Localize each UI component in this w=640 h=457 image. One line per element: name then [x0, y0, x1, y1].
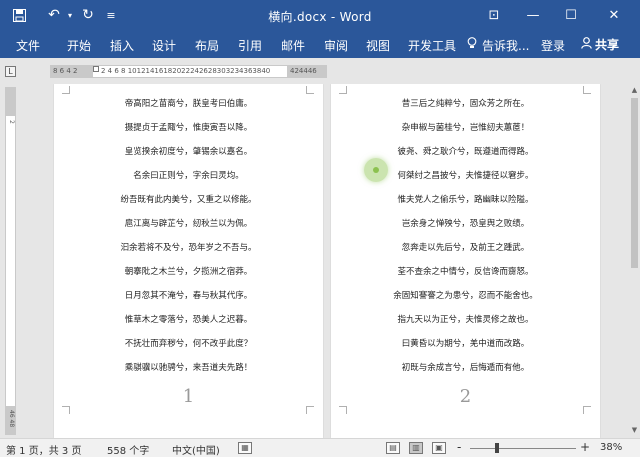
- page-number: 2: [459, 386, 472, 407]
- horizontal-ruler[interactable]: 8 6 4 2 2 4 6 8 101214161820222426283032…: [50, 65, 327, 78]
- tab-references[interactable]: 引用: [238, 37, 262, 54]
- scrollbar-thumb[interactable]: [631, 98, 638, 268]
- text-line[interactable]: 杂申椒与菌桂兮，岂惟纫夫蕙茝！: [331, 121, 600, 133]
- crop-mark: [339, 86, 347, 94]
- page-count-status[interactable]: 第 1 页，共 3 页: [6, 442, 81, 457]
- crop-mark: [62, 406, 70, 414]
- text-line[interactable]: 帝高阳之苗裔兮，朕皇考曰伯庸。: [54, 97, 323, 109]
- print-layout-icon[interactable]: ▥: [409, 442, 423, 454]
- crop-mark: [339, 406, 347, 414]
- page-number: 1: [182, 386, 195, 407]
- text-line[interactable]: 初既与余成言兮，后悔遁而有他。: [331, 361, 600, 373]
- crop-mark: [306, 86, 314, 94]
- document-title: 横向.docx - Word: [268, 10, 372, 24]
- text-line[interactable]: 朝搴阰之木兰兮，夕揽洲之宿莽。: [54, 265, 323, 277]
- tab-design[interactable]: 设计: [152, 37, 176, 54]
- vertical-ruler[interactable]: 2 46 48: [5, 87, 16, 435]
- sign-in-link[interactable]: 登录: [541, 37, 565, 54]
- tab-mailings[interactable]: 邮件: [281, 37, 305, 54]
- tab-review[interactable]: 审阅: [324, 37, 348, 54]
- text-line[interactable]: 不抚壮而弃秽兮，何不改乎此度？: [54, 337, 323, 349]
- share-button[interactable]: 共享: [576, 34, 624, 55]
- text-line[interactable]: 惟草木之零落兮，恐美人之迟暮。: [54, 313, 323, 325]
- ribbon-tab-bar: 文件 开始 插入 设计 布局 引用 邮件 审阅 视图 开发工具 告诉我... 登…: [0, 31, 640, 58]
- ruler-right-numbers: 424446: [290, 67, 317, 75]
- read-mode-icon[interactable]: ▤: [386, 442, 400, 454]
- tab-file[interactable]: 文件: [16, 37, 40, 54]
- text-line[interactable]: 曰黄昏以为期兮，羌中道而改路。: [331, 337, 600, 349]
- tab-view[interactable]: 视图: [366, 37, 390, 54]
- maximize-icon[interactable]: ☐: [561, 5, 581, 25]
- tab-home[interactable]: 开始: [67, 37, 91, 54]
- word-count-status[interactable]: 558 个字: [107, 442, 149, 457]
- text-line[interactable]: 纷吾既有此内美兮，又重之以修能。: [54, 193, 323, 205]
- text-line[interactable]: 忽奔走以先后兮，及前王之踵武。: [331, 241, 600, 253]
- scroll-up-icon[interactable]: ▲: [630, 86, 639, 96]
- document-area[interactable]: 帝高阳之苗裔兮，朕皇考曰伯庸。 摄提贞于孟陬兮，惟庚寅吾以降。 皇览揆余初度兮，…: [22, 84, 628, 438]
- text-line[interactable]: 乘骐骥以驰骋兮，来吾道夫先路！: [54, 361, 323, 373]
- scroll-down-icon[interactable]: ▼: [630, 426, 639, 436]
- crop-mark: [583, 406, 591, 414]
- macro-record-icon[interactable]: ▦: [238, 442, 252, 454]
- tell-me-search[interactable]: 告诉我...: [482, 37, 529, 54]
- text-line[interactable]: 昔三后之纯粹兮，固众芳之所在。: [331, 97, 600, 109]
- lightbulb-icon: [467, 37, 477, 52]
- ruler-left-numbers: 8 6 4 2: [53, 67, 78, 75]
- zoom-slider[interactable]: [470, 448, 576, 449]
- text-line[interactable]: 指九天以为正兮，夫惟灵修之故也。: [331, 313, 600, 325]
- vruler-top-number: 2: [8, 120, 15, 124]
- crop-mark: [62, 86, 70, 94]
- ruler-row: L 8 6 4 2 2 4 6 8 1012141618202224262830…: [0, 58, 640, 84]
- zoom-in-button[interactable]: +: [580, 440, 590, 454]
- vruler-top-margin: [6, 88, 15, 116]
- text-line[interactable]: 汩余若将不及兮，恐年岁之不吾与。: [54, 241, 323, 253]
- text-line[interactable]: 荃不查余之中情兮，反信谗而齌怒。: [331, 265, 600, 277]
- title-bar: ↶ ▾ ↻ ≡ 横向.docx - Word ⊡ — ☐ ✕: [0, 0, 640, 31]
- vruler-bottom-number: 46 48: [8, 410, 15, 428]
- text-line[interactable]: 彼尧、舜之耿介兮，既遵道而得路。: [331, 145, 600, 157]
- text-line[interactable]: 名余曰正则兮，字余曰灵均。: [54, 169, 323, 181]
- language-status[interactable]: 中文(中国): [172, 442, 220, 457]
- zoom-out-button[interactable]: -: [457, 440, 461, 454]
- crop-mark: [306, 406, 314, 414]
- web-layout-icon[interactable]: ▣: [432, 442, 446, 454]
- tab-insert[interactable]: 插入: [110, 37, 134, 54]
- vertical-scrollbar[interactable]: ▲ ▼: [628, 84, 640, 438]
- text-line[interactable]: 岂余身之惮殃兮，恐皇舆之败绩。: [331, 217, 600, 229]
- page-1[interactable]: 帝高阳之苗裔兮，朕皇考曰伯庸。 摄提贞于孟陬兮，惟庚寅吾以降。 皇览揆余初度兮，…: [54, 84, 323, 438]
- text-line[interactable]: 惟夫党人之偷乐兮，路幽昧以险隘。: [331, 193, 600, 205]
- zoom-slider-thumb[interactable]: [495, 443, 499, 453]
- text-line[interactable]: 扈江离与辟芷兮，纫秋兰以为佩。: [54, 217, 323, 229]
- crop-mark: [583, 86, 591, 94]
- mouse-cursor-highlight: [364, 158, 388, 182]
- minimize-icon[interactable]: —: [523, 5, 543, 25]
- tab-layout[interactable]: 布局: [195, 37, 219, 54]
- person-icon: [581, 37, 592, 52]
- text-line[interactable]: 皇览揆余初度兮，肇锡余以嘉名。: [54, 145, 323, 157]
- status-bar: 第 1 页，共 3 页 558 个字 中文(中国) ▦ ▤ ▥ ▣ - + 38…: [0, 438, 640, 457]
- tab-developer[interactable]: 开发工具: [408, 37, 456, 54]
- text-line[interactable]: 余固知謇謇之为患兮，忍而不能舍也。: [331, 289, 600, 301]
- text-line[interactable]: 摄提贞于孟陬兮，惟庚寅吾以降。: [54, 121, 323, 133]
- close-icon[interactable]: ✕: [604, 5, 624, 25]
- tab-selector[interactable]: L: [5, 66, 16, 77]
- page-2[interactable]: 昔三后之纯粹兮，固众芳之所在。 杂申椒与菌桂兮，岂惟纫夫蕙茝！ 彼尧、舜之耿介兮…: [331, 84, 600, 438]
- text-line[interactable]: 日月忽其不淹兮，春与秋其代序。: [54, 289, 323, 301]
- zoom-level[interactable]: 38%: [600, 442, 622, 453]
- share-label: 共享: [595, 38, 620, 52]
- ruler-numbers: 2 4 6 8 10121416182022242628303234363840: [101, 67, 271, 75]
- ribbon-display-options-icon[interactable]: ⊡: [484, 5, 504, 25]
- indent-marker[interactable]: [93, 66, 99, 72]
